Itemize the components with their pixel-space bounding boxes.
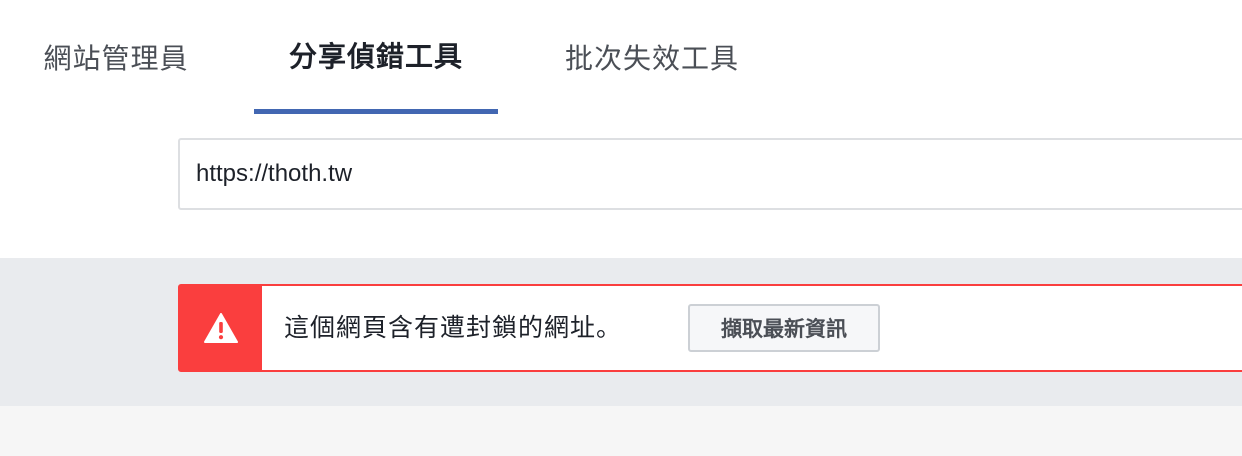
footer-background	[0, 406, 1242, 456]
url-input[interactable]	[178, 138, 1242, 210]
tab-sharing-debugger[interactable]: 分享偵錯工具	[254, 0, 498, 114]
alert-message: 這個網頁含有遭封鎖的網址。	[284, 313, 623, 342]
tab-batch-invalidator[interactable]: 批次失效工具	[540, 0, 764, 114]
alert-icon-block	[180, 286, 262, 370]
sharing-debugger-page: 網站管理員 分享偵錯工具 批次失效工具 這個網頁含有遭封鎖的網址。 擷取最新資訊	[0, 0, 1242, 456]
tab-webmaster[interactable]: 網站管理員	[22, 0, 210, 114]
warning-triangle-icon	[204, 313, 238, 343]
tab-bar: 網站管理員 分享偵錯工具 批次失效工具	[0, 0, 1242, 114]
scrape-again-button[interactable]: 擷取最新資訊	[688, 304, 880, 352]
blocked-url-alert: 這個網頁含有遭封鎖的網址。 擷取最新資訊	[178, 284, 1242, 372]
